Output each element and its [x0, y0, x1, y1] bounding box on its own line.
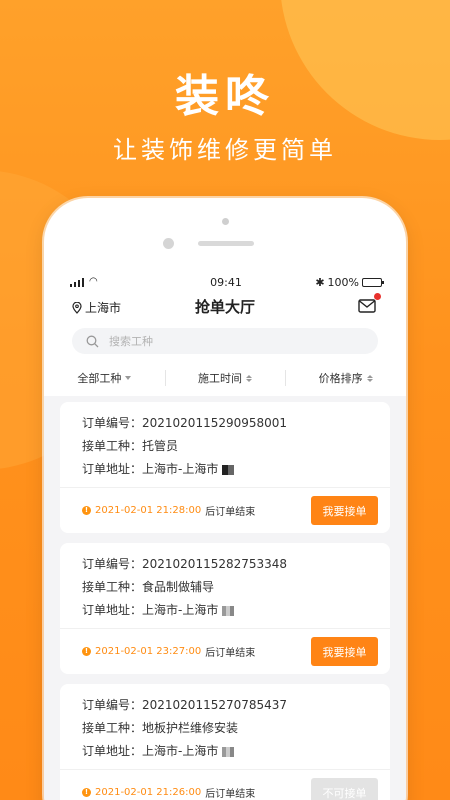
clock-alert-icon: !: [82, 647, 91, 656]
order-number: 订单编号：2021020115290958001: [82, 416, 288, 430]
sort-icon: [366, 374, 373, 382]
search-input[interactable]: [109, 334, 309, 348]
order-card: 订单编号：2021020115282753348 接单工种：食品制做辅导 订单地…: [60, 543, 390, 674]
redacted-mosaic: [222, 605, 235, 616]
deadline-suffix: 后订单结束: [205, 648, 256, 659]
order-deadline: ! 2021-02-01 23:27:00 后订单结束: [82, 644, 255, 659]
order-card: 订单编号：2021020115270785437 接单工种：地板护栏维修安装 订…: [60, 684, 390, 800]
sensor-dot: [222, 218, 229, 225]
unread-badge: [374, 293, 381, 300]
battery-icon: [362, 278, 384, 287]
accept-order-button[interactable]: 我要接单: [311, 637, 378, 666]
bluetooth-icon: ✱: [315, 276, 325, 289]
brand-slogan: 让装饰维修更简单: [113, 136, 337, 164]
order-address: 订单地址：上海市-上海市: [82, 462, 219, 476]
order-deadline: ! 2021-02-01 21:28:00 后订单结束: [82, 503, 255, 518]
deadline-time: 2021-02-01 23:27:00: [95, 646, 202, 657]
mail-icon: [358, 299, 376, 313]
earpiece: [198, 241, 254, 246]
filter-bar: 全部工种 施工时间 价格排序: [44, 364, 406, 392]
order-address: 订单地址：上海市-上海市: [82, 603, 219, 617]
filter-label: 施工时间: [198, 372, 242, 385]
clock-alert-icon: !: [82, 506, 91, 515]
order-list: 订单编号：2021020115290958001 接单工种：托管员 订单地址：上…: [44, 396, 406, 800]
brand-title: 装咚: [175, 71, 275, 122]
page-title: 抢单大厅: [194, 298, 255, 316]
order-work-type: 接单工种：地板护栏维修安装: [82, 721, 239, 735]
message-button[interactable]: [358, 293, 381, 313]
order-number: 订单编号：2021020115270785437: [82, 698, 288, 712]
status-bar: ◠ 09:41 ✱ 100%: [70, 276, 384, 290]
order-address: 订单地址：上海市-上海市: [82, 744, 219, 758]
order-work-type: 接单工种：托管员: [82, 439, 179, 453]
filter-construction-time[interactable]: 施工时间: [164, 364, 286, 392]
filter-label: 全部工种: [77, 372, 122, 385]
accept-order-button[interactable]: 我要接单: [311, 496, 378, 525]
phone-frame: ◠ 09:41 ✱ 100% 上海市 抢单大厅 搜索工种 全部工种 施工时间 价…: [44, 198, 406, 800]
redacted-mosaic: [222, 464, 235, 475]
battery-percent: 100%: [327, 276, 359, 289]
filter-price-sort[interactable]: 价格排序: [285, 364, 406, 392]
caret-down-icon: [125, 376, 132, 380]
deadline-time: 2021-02-01 21:28:00: [95, 505, 202, 516]
redacted-mosaic: [222, 746, 235, 757]
search-icon: [86, 335, 99, 347]
camera-dot: [163, 238, 174, 249]
search-bar[interactable]: [72, 328, 378, 354]
sort-icon: [246, 374, 252, 382]
clock-alert-icon: !: [82, 788, 91, 797]
order-card: 订单编号：2021020115290958001 接单工种：托管员 订单地址：上…: [60, 402, 390, 533]
order-number: 订单编号：2021020115282753348: [82, 557, 288, 571]
deadline-suffix: 后订单结束: [205, 507, 256, 518]
order-unavailable-button[interactable]: 不可接单: [311, 778, 378, 800]
deadline-suffix: 后订单结束: [205, 789, 256, 800]
order-work-type: 接单工种：食品制做辅导: [82, 580, 215, 594]
nav-bar: 上海市 抢单大厅: [44, 293, 406, 320]
filter-label: 价格排序: [318, 372, 363, 385]
order-deadline: ! 2021-02-01 21:26:00 后订单结束: [82, 785, 255, 800]
filter-work-type[interactable]: 全部工种: [44, 364, 165, 392]
deadline-time: 2021-02-01 21:26:00: [95, 787, 202, 798]
